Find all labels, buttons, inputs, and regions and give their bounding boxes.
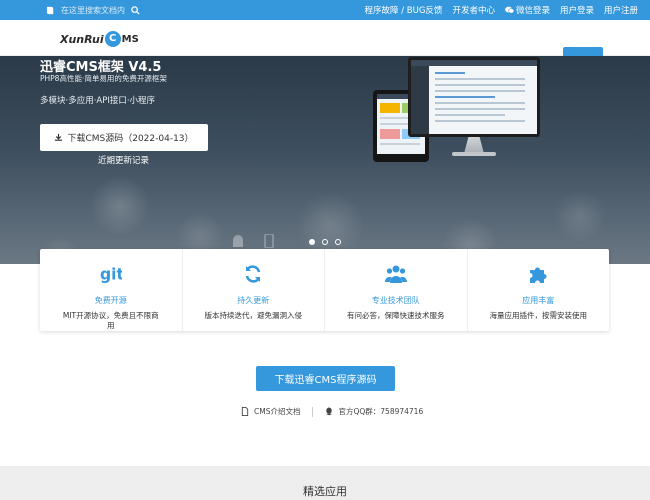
logo-text-1: XunRui: [60, 32, 104, 46]
user-login-link[interactable]: 用户登录: [560, 4, 594, 16]
feature-name: 应用丰富: [522, 296, 555, 305]
wechat-login-label: 微信登录: [515, 6, 550, 16]
android-icon: [233, 235, 243, 247]
carousel-dot-2[interactable]: [322, 239, 328, 245]
navbar: XunRui C MS: [0, 20, 650, 59]
feature-name: 专业技术团队: [371, 296, 420, 305]
document-icon: [241, 407, 249, 416]
logo-text-2: MS: [121, 33, 139, 45]
search-input[interactable]: 在这里搜索文档内: [61, 5, 125, 16]
top-links: 程序故障 / BUG反馈 开发者中心 微信登录 用户登录 用户注册: [365, 4, 638, 16]
features-card: git 免费开源 MIT开源协议，免费且不限商用 持久更新 版本持续迭代，避免漏…: [40, 249, 609, 331]
carousel-dot-3[interactable]: [335, 239, 341, 245]
developer-center-link[interactable]: 开发者中心: [452, 4, 495, 16]
carousel-dot-1[interactable]: [309, 239, 315, 245]
changelog-link[interactable]: 近期更新记录: [98, 154, 149, 166]
user-register-link[interactable]: 用户注册: [604, 4, 638, 16]
feature-name: 免费开源: [94, 296, 127, 305]
team-icon: [384, 263, 407, 285]
hero-tagline: 多模块·多应用·API接口·小程序: [40, 96, 156, 106]
meta-divider: [312, 406, 314, 417]
hero-subtitle: PHP8高性能·简单易用的免费开源框架: [40, 74, 167, 83]
monitor-stand-base: [452, 152, 496, 156]
wechat-login-link[interactable]: 微信登录: [505, 4, 550, 16]
featured-apps-section: 精选应用: [0, 466, 650, 500]
download-icon: [55, 133, 63, 141]
svg-text:git: git: [100, 266, 122, 284]
feature-desc: MIT开源协议，免费且不限商用: [62, 311, 159, 330]
docs-link[interactable]: CMS介绍文档: [254, 406, 300, 417]
puzzle-icon: [527, 263, 549, 285]
hero-banner: 迅睿CMS框架 V4.5 PHP8高性能·简单易用的免费开源框架 多模块·多应用…: [0, 56, 650, 264]
feature-name: 持久更新: [237, 296, 270, 305]
logo-c-mark: C: [104, 31, 121, 47]
feature-item: 专业技术团队 有问必答，保障快速技术服务: [325, 249, 468, 331]
carousel-dots: [309, 239, 341, 245]
phone-icon: [264, 234, 274, 248]
feature-desc: 有问必答，保障快速技术服务: [347, 311, 445, 320]
featured-apps-heading: 精选应用: [303, 485, 347, 498]
doc-search[interactable]: 在这里搜索文档内: [46, 4, 140, 16]
top-bar: 在这里搜索文档内 程序故障 / BUG反馈 开发者中心 微信登录 用户登录 用户…: [0, 0, 650, 20]
book-icon: [46, 6, 54, 14]
feature-desc: 海量应用插件，按需安装使用: [489, 311, 588, 320]
feature-item: 持久更新 版本持续迭代，避免漏洞入侵: [183, 249, 325, 331]
download-source-button[interactable]: 下载迅睿CMS程序源码: [256, 366, 395, 391]
qq-group-link[interactable]: 官方QQ群：758974716: [338, 406, 423, 417]
refresh-icon: [242, 263, 264, 285]
feature-item: 应用丰富 海量应用插件，按需安装使用: [468, 249, 610, 331]
qq-icon: [326, 407, 333, 416]
hero-download-button[interactable]: 下载CMS源码（2022-04-13）: [40, 124, 208, 151]
hero-download-label: 下载CMS源码（2022-04-13）: [67, 134, 194, 144]
monitor-stand: [464, 137, 484, 153]
wechat-icon: [505, 6, 514, 14]
bug-report-link[interactable]: 程序故障 / BUG反馈: [365, 4, 443, 16]
download-meta: CMS介绍文档 官方QQ群：758974716: [241, 406, 423, 417]
feature-item: git 免费开源 MIT开源协议，免费且不限商用: [40, 249, 183, 331]
git-icon: git: [100, 263, 122, 285]
logo[interactable]: XunRui C MS: [60, 26, 139, 52]
monitor-illustration: [408, 57, 540, 137]
feature-desc: 版本持续迭代，避免漏洞入侵: [204, 311, 303, 320]
search-icon[interactable]: [131, 5, 140, 15]
